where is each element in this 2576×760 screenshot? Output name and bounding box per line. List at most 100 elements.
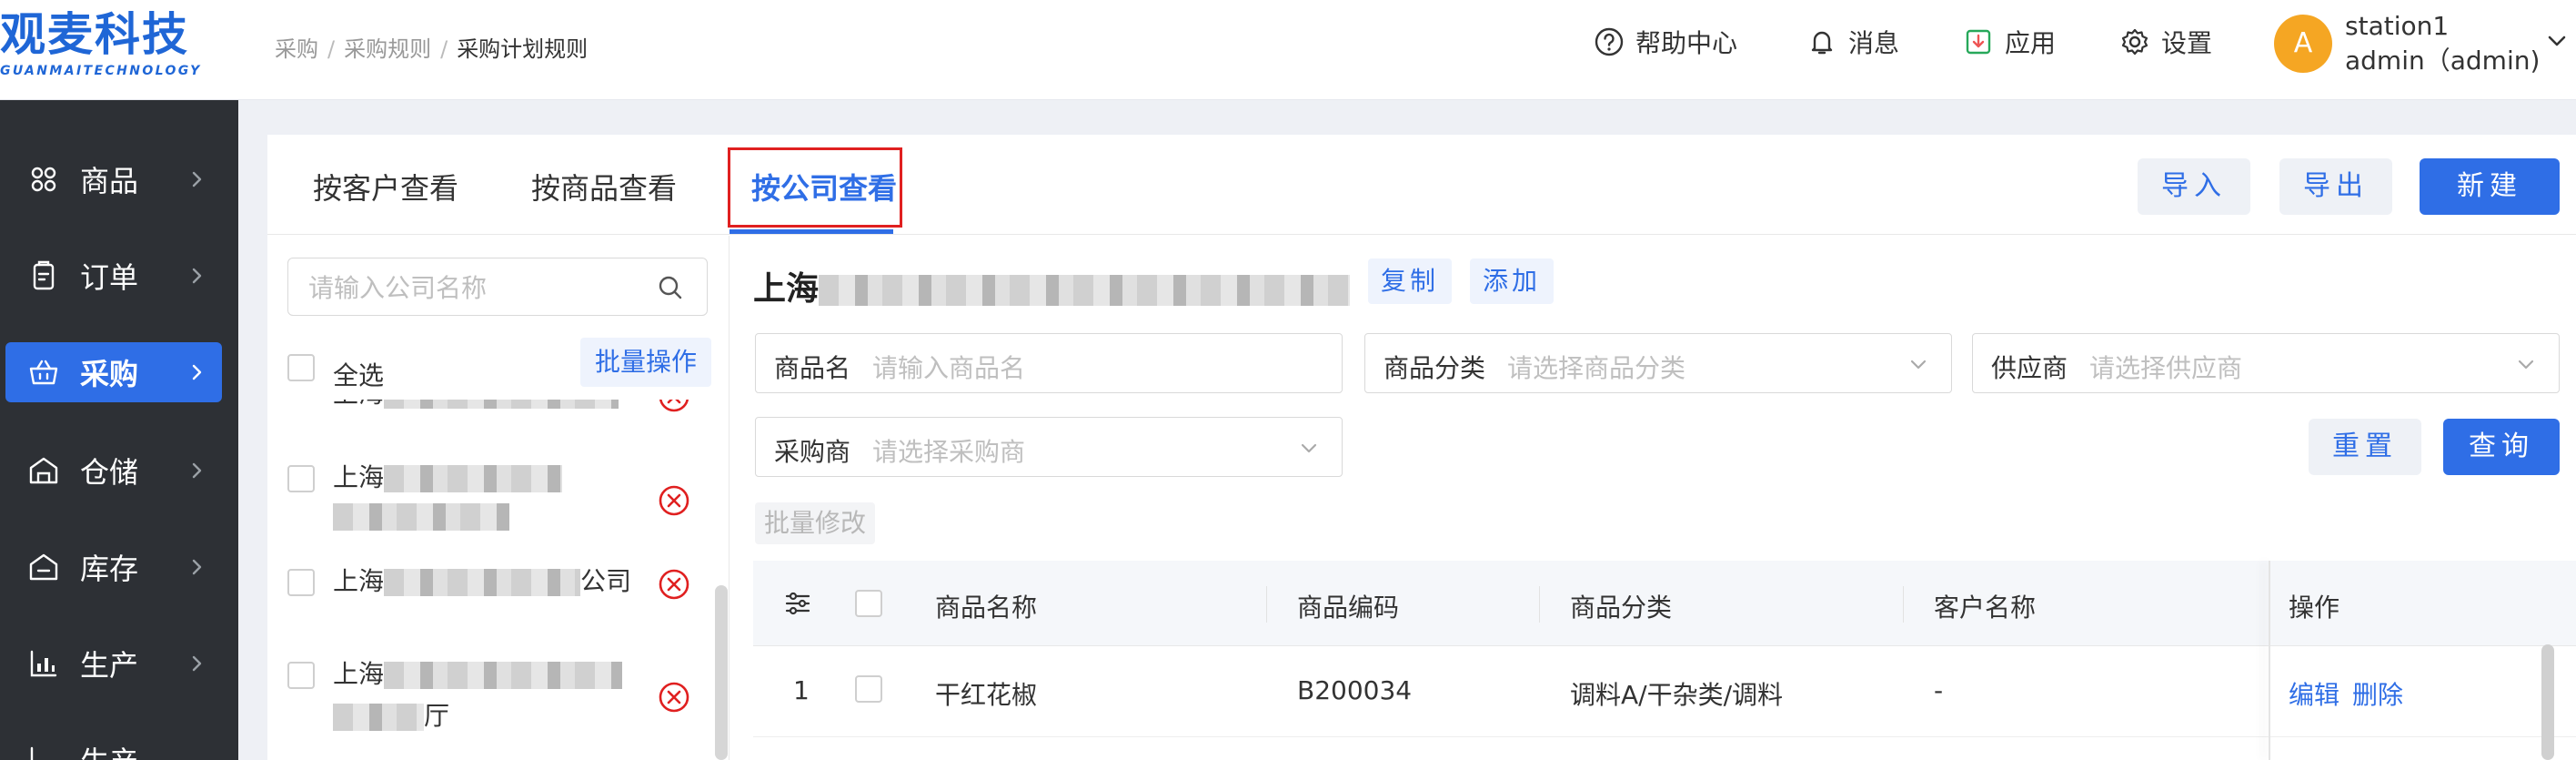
select-all-label: 全选	[333, 360, 385, 390]
remove-circle-icon[interactable]	[657, 680, 691, 714]
column-settings-icon[interactable]	[782, 588, 813, 619]
sidebar-item-label: 商品	[80, 164, 139, 198]
list-item[interactable]: 上海	[333, 654, 623, 694]
column-divider	[1539, 586, 1540, 623]
column-header-customer[interactable]: 客户名称	[1934, 588, 2036, 624]
query-button[interactable]: 查询	[2443, 419, 2560, 475]
cell-product-name: 干红花椒	[935, 680, 1038, 710]
apps-button[interactable]: 应用	[1963, 22, 2056, 62]
sidebar-item-warehouse[interactable]: 仓储	[5, 441, 222, 501]
user-station: station1	[2345, 11, 2450, 41]
sidebar-item-label: 库存	[80, 552, 139, 586]
view-tabs: 按客户查看 按商品查看 按公司查看 导入 导出 新建	[267, 135, 2576, 235]
column-header-category[interactable]: 商品分类	[1570, 588, 1672, 624]
breadcrumb-separator: /	[440, 36, 448, 62]
sidebar-item-production[interactable]: 生产	[5, 633, 222, 694]
sidebar-item-label: 采购	[80, 357, 139, 391]
breadcrumb-item-rules[interactable]: 采购规则	[344, 36, 431, 62]
company-title: 上海	[753, 262, 1351, 309]
company-list-pane: 全选 批量操作 上海 上海 上海公司	[267, 236, 730, 760]
operation-cell: 编辑 删除	[2270, 646, 2534, 737]
company-name-prefix: 上海	[333, 462, 385, 492]
logo-subtext: GUANMAITECHNOLOGY	[0, 64, 202, 78]
redacted-text	[384, 662, 623, 689]
chevron-right-icon	[192, 268, 202, 284]
delete-link[interactable]: 删除	[2352, 675, 2403, 712]
supplier-select[interactable]: 供应商 请选择供应商	[1972, 333, 2560, 393]
production-icon	[30, 650, 57, 677]
company-checkbox[interactable]	[287, 465, 315, 492]
add-button[interactable]: 添加	[1470, 258, 1555, 304]
batch-operation-button[interactable]: 批量操作	[580, 338, 711, 387]
company-checkbox[interactable]	[287, 662, 315, 689]
batch-edit-button[interactable]: 批量修改	[755, 502, 875, 544]
edit-link[interactable]: 编辑	[2289, 675, 2340, 712]
table-scrollbar[interactable]	[2541, 644, 2554, 760]
redacted-text	[333, 503, 509, 531]
company-search	[287, 258, 708, 316]
active-tab-indicator	[730, 229, 893, 234]
avatar[interactable]: A	[2274, 15, 2332, 73]
breadcrumb-item-purchase[interactable]: 采购	[275, 36, 318, 62]
redacted-text	[384, 465, 563, 492]
sidebar-item-inventory[interactable]: 库存	[5, 537, 222, 597]
settings-button[interactable]: 设置	[2119, 22, 2212, 62]
bell-icon	[1811, 31, 1833, 55]
export-button[interactable]: 导出	[2279, 158, 2392, 215]
remove-circle-icon[interactable]	[657, 567, 691, 602]
company-search-input[interactable]	[308, 269, 654, 306]
cell-product-code: B200034	[1297, 675, 1413, 705]
logo[interactable]: 观麦科技 GUANMAITECHNOLOGY	[0, 5, 236, 87]
column-header-product-name[interactable]: 商品名称	[935, 588, 1037, 624]
category-select[interactable]: 商品分类 请选择商品分类	[1364, 333, 1952, 393]
remove-circle-icon[interactable]	[657, 483, 691, 518]
buyer-label: 采购商	[774, 437, 851, 467]
select-all-checkbox[interactable]	[287, 354, 315, 381]
cell-customer: -	[1934, 675, 1944, 705]
row-checkbox[interactable]	[855, 675, 882, 703]
reset-button[interactable]: 重置	[2309, 419, 2421, 475]
company-name-suffix: 厅	[424, 701, 450, 731]
grid-icon	[31, 167, 56, 192]
list-item[interactable]: 上海	[333, 400, 619, 414]
header-checkbox[interactable]	[855, 590, 882, 617]
tab-by-product[interactable]: 按商品查看	[531, 166, 677, 208]
plan-icon	[30, 746, 34, 760]
chevron-right-icon	[192, 559, 202, 575]
list-item[interactable]: 上海	[333, 458, 563, 498]
list-scrollbar[interactable]	[715, 585, 728, 760]
sidebar-item-orders[interactable]: 订单	[5, 246, 222, 306]
messages-button[interactable]: 消息	[1806, 22, 1899, 62]
inventory-icon	[29, 553, 58, 581]
sidebar-item-products[interactable]: 商品	[5, 149, 222, 209]
chevron-down-icon[interactable]	[2543, 27, 2571, 55]
help-icon	[1595, 27, 1624, 56]
app-root: 观麦科技 GUANMAITECHNOLOGY 采购 / 采购规则 / 采购计划规则 帮助…	[0, 0, 2576, 760]
supplier-placeholder: 请选择供应商	[2089, 353, 2243, 383]
column-header-product-code[interactable]: 商品编码	[1297, 588, 1399, 624]
basket-icon	[29, 360, 58, 385]
user-info[interactable]: station1 admin（admin)	[2345, 9, 2540, 78]
search-icon[interactable]	[656, 273, 685, 302]
column-divider	[1903, 586, 1904, 623]
list-item[interactable]: 上海 公司	[333, 562, 631, 602]
chevron-right-icon	[192, 364, 202, 380]
main-panel: 按客户查看 按商品查看 按公司查看 导入 导出 新建 全选 批量操作 上海	[267, 135, 2576, 760]
sidebar-item-production-plan[interactable]: 生产	[5, 730, 222, 760]
product-name-filter[interactable]: 商品名 请输入商品名	[755, 333, 1343, 393]
top-bar: 观麦科技 GUANMAITECHNOLOGY 采购 / 采购规则 / 采购计划规则 帮助…	[0, 0, 2576, 100]
company-checkbox[interactable]	[287, 569, 315, 596]
buyer-select[interactable]: 采购商 请选择采购商	[755, 417, 1343, 477]
help-center-button[interactable]: 帮助中心	[1594, 22, 1737, 62]
remove-circle-icon[interactable]	[657, 400, 691, 414]
import-button[interactable]: 导入	[2138, 158, 2250, 215]
redacted-text	[333, 704, 424, 731]
tab-by-customer[interactable]: 按客户查看	[313, 166, 458, 208]
supplier-label: 供应商	[1991, 353, 2068, 383]
cell-category: 调料A/干杂类/调料	[1570, 680, 1784, 710]
copy-button[interactable]: 复制	[1368, 258, 1453, 304]
create-button[interactable]: 新建	[2420, 158, 2560, 215]
chevron-down-icon	[1301, 443, 1317, 453]
sidebar-item-purchase[interactable]: 采购	[5, 342, 222, 402]
warehouse-icon	[29, 457, 58, 484]
